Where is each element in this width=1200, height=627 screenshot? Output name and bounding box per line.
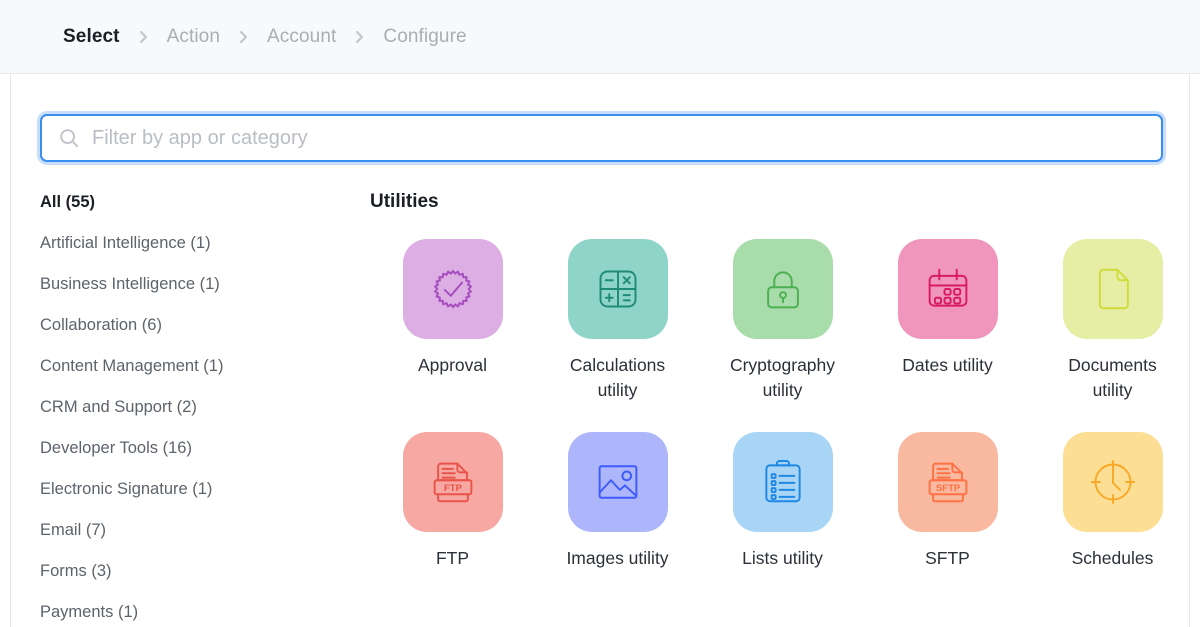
- app-card-lists-utility[interactable]: Lists utility: [700, 431, 865, 571]
- main-content: All (55) Artificial Intelligence (1) Busin…: [0, 74, 1200, 627]
- app-card-calculations-utility[interactable]: Calculations utility: [535, 239, 700, 404]
- padlock-icon: [732, 239, 833, 339]
- sidebar-item-collaboration[interactable]: Collaboration (6): [40, 317, 370, 334]
- app-label: Images utility: [566, 547, 669, 568]
- app-card-dates-utility[interactable]: Dates utility: [865, 239, 1030, 404]
- app-card-sftp[interactable]: SFTP SFTP: [865, 431, 1030, 571]
- app-label: SFTP: [925, 547, 970, 568]
- sidebar-item-artificial-intelligence[interactable]: Artificial Intelligence (1): [40, 234, 370, 252]
- breadcrumb-bar: Select Action Account Configure: [0, 0, 1200, 74]
- app-card-images-utility[interactable]: Images utility: [535, 431, 700, 571]
- sidebar-item-content-management[interactable]: Content Management (1): [40, 358, 370, 375]
- app-card-cryptography-utility[interactable]: Cryptography utility: [700, 239, 865, 404]
- sidebar-item-forms[interactable]: Forms (3): [40, 563, 370, 580]
- search-field-container[interactable]: [40, 114, 1163, 162]
- app-grid: Approval Calculations utility Cryptography…: [370, 239, 1195, 571]
- search-icon: [58, 127, 80, 149]
- search-area: [40, 114, 1163, 162]
- chevron-right-icon: [136, 28, 151, 46]
- sidebar-item-crm-and-support[interactable]: CRM and Support (2): [40, 399, 370, 416]
- category-sidebar: All (55) Artificial Intelligence (1) Busin…: [40, 192, 370, 627]
- breadcrumb-step-select[interactable]: Select: [63, 26, 120, 48]
- breadcrumb: Select Action Account Configure: [63, 26, 467, 48]
- app-label: Documents utility: [1068, 355, 1157, 401]
- svg-text:FTP: FTP: [443, 483, 462, 494]
- sftp-file-icon: SFTP: [897, 431, 998, 532]
- svg-text:SFTP: SFTP: [935, 483, 960, 494]
- app-picker-screen: Select Action Account Configure All (55) Art…: [0, 0, 1200, 627]
- chevron-right-icon: [236, 28, 251, 46]
- app-label: Calculations utility: [569, 355, 666, 401]
- calendar-icon: [897, 239, 998, 339]
- app-label: Dates utility: [902, 355, 993, 375]
- group-title: Utilities: [370, 191, 439, 212]
- app-label: Lists utility: [742, 547, 823, 568]
- sidebar-item-electronic-signature[interactable]: Electronic Signature (1): [40, 481, 370, 498]
- chevron-right-icon: [352, 28, 367, 46]
- apps-section: Utilities Approval Calculations utility Cr…: [370, 192, 1195, 627]
- breadcrumb-step-account[interactable]: Account: [267, 26, 336, 48]
- approval-badge-check-icon: [402, 239, 503, 339]
- clipboard-list-icon: [732, 431, 833, 532]
- app-label: Approval: [417, 355, 488, 375]
- app-label: Schedules: [1071, 547, 1154, 568]
- breadcrumb-step-configure[interactable]: Configure: [383, 26, 466, 48]
- calculator-icon: [567, 239, 668, 339]
- breadcrumb-step-action[interactable]: Action: [167, 26, 220, 48]
- search-input[interactable]: [92, 116, 1161, 160]
- document-page-icon: [1062, 239, 1163, 339]
- ftp-file-icon: FTP: [402, 431, 503, 532]
- sidebar-item-developer-tools[interactable]: Developer Tools (16): [40, 440, 370, 457]
- app-card-schedules[interactable]: Schedules: [1030, 431, 1195, 571]
- app-card-approval[interactable]: Approval: [370, 239, 535, 404]
- picker-columns: All (55) Artificial Intelligence (1) Busin…: [40, 192, 1163, 627]
- app-label: FTP: [435, 547, 470, 568]
- sidebar-item-business-intelligence[interactable]: Business Intelligence (1): [40, 276, 370, 293]
- app-card-documents-utility[interactable]: Documents utility: [1030, 239, 1195, 404]
- app-label: Cryptography utility: [729, 355, 836, 401]
- image-picture-icon: [567, 431, 668, 532]
- sidebar-item-all[interactable]: All (55): [40, 194, 370, 211]
- clock-icon: [1062, 431, 1163, 532]
- app-card-ftp[interactable]: FTP FTP: [370, 431, 535, 571]
- sidebar-item-payments[interactable]: Payments (1): [40, 604, 370, 621]
- sidebar-item-email[interactable]: Email (7): [40, 522, 370, 539]
